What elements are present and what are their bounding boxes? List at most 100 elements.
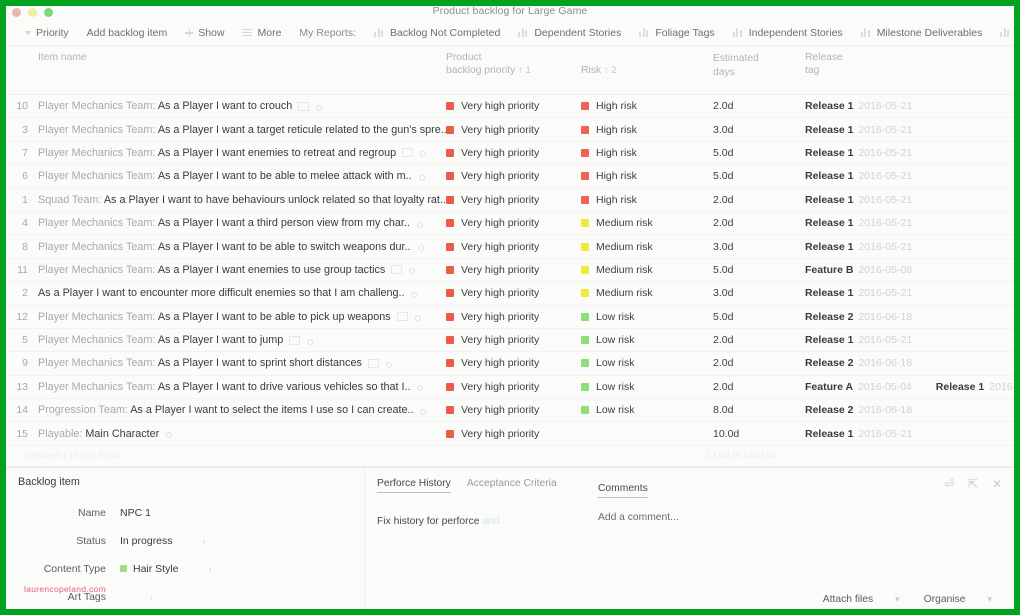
row-estimated-days[interactable]: 5.0d (713, 311, 805, 323)
history-link[interactable]: and (482, 516, 499, 527)
attach-files-button[interactable]: Attach files ▾ (811, 594, 912, 605)
toolbar-report-independent-stories[interactable]: Independent Stories (724, 27, 852, 39)
row-item-name[interactable]: Player Mechanics Team: As a Player I wan… (32, 357, 446, 369)
attachment-icon[interactable] (417, 243, 424, 252)
toolbar-more[interactable]: More (233, 27, 290, 39)
detail-field-value[interactable]: In progress (120, 535, 173, 547)
column-header-risk[interactable]: Risk ↑ 2 (581, 52, 713, 77)
minimize-icon[interactable]: ⏎ (944, 477, 954, 491)
table-row[interactable]: 7 Player Mechanics Team: As a Player I wa… (6, 142, 1014, 166)
row-priority[interactable]: Very high priority (446, 170, 581, 182)
row-release-tag[interactable]: Release 2 2016-06-18 (805, 357, 1014, 369)
row-release-tag[interactable]: Release 1 2016-05-21 (805, 100, 1014, 112)
row-estimated-days[interactable]: 5.0d (713, 264, 805, 276)
row-item-name[interactable]: Player Mechanics Team: As a Player I wan… (32, 147, 446, 159)
note-icon[interactable] (396, 312, 408, 322)
row-risk[interactable]: Medium risk (581, 264, 713, 276)
row-item-name[interactable]: Player Mechanics Team: As a Player I wan… (32, 264, 446, 276)
row-item-name[interactable]: Squad Team: As a Player I want to have b… (32, 194, 446, 206)
toolbar-report-backlog-not-completed[interactable]: Backlog Not Completed (365, 27, 509, 39)
column-header-item-name[interactable]: Item name (32, 52, 446, 65)
row-estimated-days[interactable]: 3.0d (713, 241, 805, 253)
row-risk[interactable]: Medium risk (581, 217, 713, 229)
row-estimated-days[interactable]: 2.0d (713, 334, 805, 346)
row-release-tag[interactable]: Release 1 2016-05-21 (805, 334, 1014, 346)
row-risk[interactable]: High risk (581, 170, 713, 182)
table-row[interactable]: 5 Player Mechanics Team: As a Player I wa… (6, 329, 1014, 353)
row-estimated-days[interactable]: 2.0d (713, 100, 805, 112)
row-estimated-days[interactable]: 10.0d (713, 428, 805, 440)
row-risk[interactable]: High risk (581, 194, 713, 206)
row-estimated-days[interactable]: 2.0d (713, 381, 805, 393)
note-icon[interactable] (402, 148, 414, 158)
attachment-icon[interactable] (165, 430, 173, 439)
chevron-right-icon[interactable]: › (150, 592, 153, 602)
toolbar-report-dependent-stories[interactable]: Dependent Stories (509, 27, 630, 39)
row-release-tag[interactable]: Release 1 2016-05-21 (805, 217, 1014, 229)
toolbar-show[interactable]: Show (176, 27, 233, 39)
row-item-name[interactable]: Player Mechanics Team: As a Player I wan… (32, 170, 446, 182)
row-priority[interactable]: Very high priority (446, 428, 581, 440)
column-header-release-tag[interactable]: Release tag (805, 52, 1014, 77)
row-risk[interactable]: Medium risk (581, 241, 713, 253)
row-item-name[interactable]: Player Mechanics Team: As a Player I wan… (32, 217, 446, 229)
table-row[interactable]: 11 Player Mechanics Team: As a Player I w… (6, 259, 1014, 283)
row-risk[interactable]: Low risk (581, 311, 713, 323)
row-item-name[interactable]: Player Mechanics Team: As a Player I wan… (32, 311, 446, 323)
comments-title[interactable]: Comments (598, 483, 648, 498)
row-release-tag[interactable]: Release 1 2016-05-21 (805, 428, 1014, 440)
attachment-icon[interactable] (416, 220, 423, 228)
row-estimated-days[interactable]: 3.0d (713, 287, 805, 299)
chevron-right-icon[interactable]: › (209, 564, 212, 574)
note-icon[interactable] (367, 358, 379, 368)
attachment-icon[interactable] (410, 290, 418, 298)
attachment-icon[interactable] (408, 266, 416, 275)
row-risk[interactable]: High risk (581, 100, 713, 112)
table-row[interactable]: 6 Player Mechanics Team: As a Player I wa… (6, 165, 1014, 189)
row-estimated-days[interactable]: 8.0d (713, 404, 805, 416)
row-priority[interactable]: Very high priority (446, 287, 581, 299)
attachment-icon[interactable] (414, 313, 421, 322)
row-estimated-days[interactable]: 3.0d (713, 124, 805, 136)
row-priority[interactable]: Very high priority (446, 100, 581, 112)
row-priority[interactable]: Very high priority (446, 241, 581, 253)
row-release-tag[interactable]: Release 1 2016-05-21 (805, 241, 1014, 253)
row-priority[interactable]: Very high priority (446, 357, 581, 369)
row-release-tag[interactable]: Release 2 2016-06-18 (805, 404, 1014, 416)
row-priority[interactable]: Very high priority (446, 264, 581, 276)
attachment-icon[interactable] (306, 337, 314, 345)
tab-perforce-history[interactable]: Perforce History (377, 478, 451, 493)
row-priority[interactable]: Very high priority (446, 381, 581, 393)
row-release-tag[interactable]: Release 1 2016-05-21 (805, 147, 1014, 159)
row-estimated-days[interactable]: 5.0d (713, 147, 805, 159)
row-item-name[interactable]: Player Mechanics Team: As a Player I wan… (32, 100, 446, 112)
table-row[interactable]: 8 Player Mechanics Team: As a Player I wa… (6, 235, 1014, 259)
row-risk[interactable]: Medium risk (581, 287, 713, 299)
table-row[interactable]: 4 Player Mechanics Team: As a Player I wa… (6, 212, 1014, 236)
row-priority[interactable]: Very high priority (446, 311, 581, 323)
table-row[interactable]: 15 Playable: Main Character Very high prio… (6, 422, 1014, 446)
row-release-tag[interactable]: Release 1 2016-05-21 (805, 170, 1014, 182)
table-row[interactable]: 12 Player Mechanics Team: As a Player I w… (6, 306, 1014, 329)
detail-field-value[interactable]: NPC 1 (120, 507, 151, 519)
table-row[interactable]: 14 Progression Team: As a Player I want t… (6, 399, 1014, 423)
table-row[interactable]: 3 Player Mechanics Team: As a Player I wa… (6, 118, 1014, 142)
table-row[interactable]: 10 Player Mechanics Team: As a Player I w… (6, 95, 1014, 119)
detail-field-value[interactable]: Hair Style (120, 563, 179, 575)
attachment-icon[interactable] (385, 360, 392, 368)
row-release-tag[interactable]: Feature B 2016-05-08 (805, 264, 1014, 276)
toolbar-add-backlog-item[interactable]: Add backlog item (78, 27, 177, 39)
row-risk[interactable]: High risk (581, 147, 713, 159)
row-estimated-days[interactable]: 5.0d (713, 170, 805, 182)
row-item-name[interactable]: Player Mechanics Team: As a Player I wan… (32, 124, 446, 136)
row-priority[interactable]: Very high priority (446, 217, 581, 229)
row-priority[interactable]: Very high priority (446, 124, 581, 136)
row-item-name[interactable]: Playable: Main Character (32, 428, 446, 440)
toolbar-report-release-1-status[interactable]: Release 1 Status (991, 27, 1014, 39)
attachment-icon[interactable] (419, 407, 427, 415)
row-release-tag[interactable]: Feature A 2016-05-04 Release 1 2016-05-21 (805, 381, 1014, 393)
row-item-name[interactable]: As a Player I want to encounter more dif… (32, 287, 446, 299)
row-estimated-days[interactable]: 2.0d (713, 217, 805, 229)
note-icon[interactable] (391, 265, 403, 275)
toolbar-report-foliage-tags[interactable]: Foliage Tags (630, 27, 723, 39)
